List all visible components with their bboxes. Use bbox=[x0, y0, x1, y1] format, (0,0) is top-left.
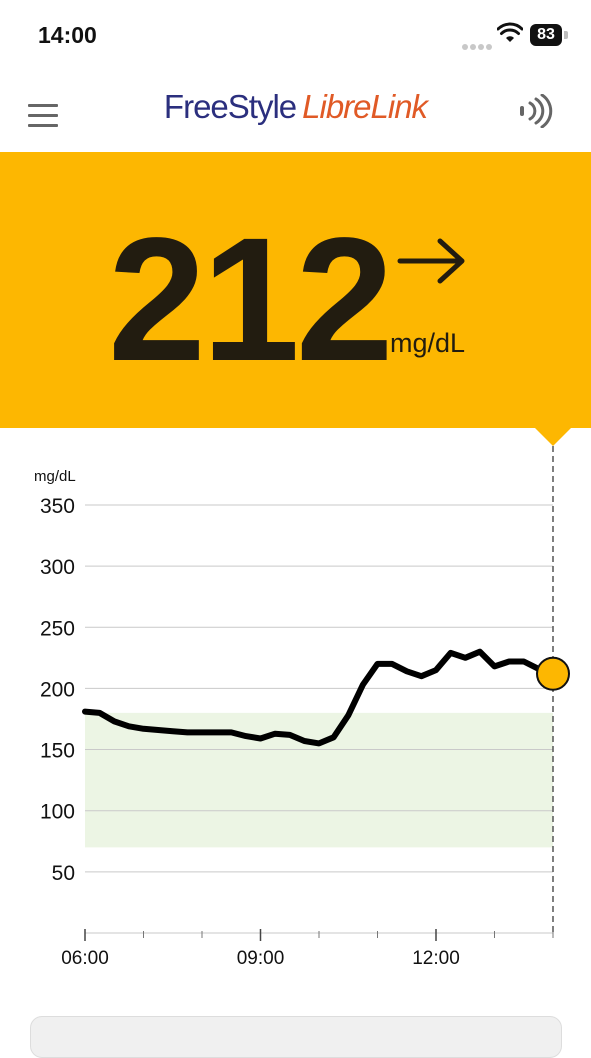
battery-icon: 83 bbox=[530, 24, 562, 46]
y-axis-unit-label: mg/dL bbox=[34, 468, 76, 485]
cellular-signal-icon bbox=[462, 37, 494, 55]
glucose-chart-svg: mg/dL 50 100 150 200 250 300 350 06:00 09:00 12:00 bbox=[34, 446, 570, 969]
current-glucose-point bbox=[536, 656, 570, 691]
y-tick-label: 300 bbox=[40, 556, 75, 579]
brand-librelink: LibreLink bbox=[302, 88, 428, 125]
brand-freestyle: FreeStyle bbox=[163, 88, 297, 125]
x-tick-label: 09:00 bbox=[237, 948, 285, 969]
nfc-scan-icon[interactable] bbox=[518, 94, 554, 128]
glucose-unit: mg/dL bbox=[390, 328, 466, 358]
battery-tip bbox=[564, 31, 568, 39]
status-bar: 14:00 83 bbox=[0, 0, 591, 72]
y-tick-label: 50 bbox=[52, 862, 75, 885]
y-tick-label: 100 bbox=[40, 801, 75, 824]
status-time: 14:00 bbox=[38, 22, 97, 48]
app-header: FreeStyle LibreLink bbox=[0, 72, 591, 152]
y-tick-label: 150 bbox=[40, 740, 75, 763]
glucose-value: 212 bbox=[108, 202, 394, 398]
x-tick-label: 06:00 bbox=[61, 948, 109, 969]
trend-arrow-icon bbox=[397, 238, 465, 284]
x-tick-label: 12:00 bbox=[412, 948, 460, 969]
reading-notch bbox=[535, 428, 571, 446]
y-tick-label: 350 bbox=[40, 495, 75, 518]
y-tick-label: 250 bbox=[40, 617, 75, 640]
target-range-band bbox=[85, 712, 553, 848]
y-tick-label: 200 bbox=[40, 678, 75, 701]
current-reading-panel: 212 mg/dL bbox=[0, 152, 591, 428]
wifi-icon bbox=[497, 22, 523, 42]
bottom-card[interactable] bbox=[30, 1016, 562, 1058]
brand-logo: FreeStyle LibreLink bbox=[0, 88, 591, 126]
glucose-chart: mg/dL 50 100 150 200 250 300 350 06:00 09:00 12:00 bbox=[0, 446, 591, 1006]
